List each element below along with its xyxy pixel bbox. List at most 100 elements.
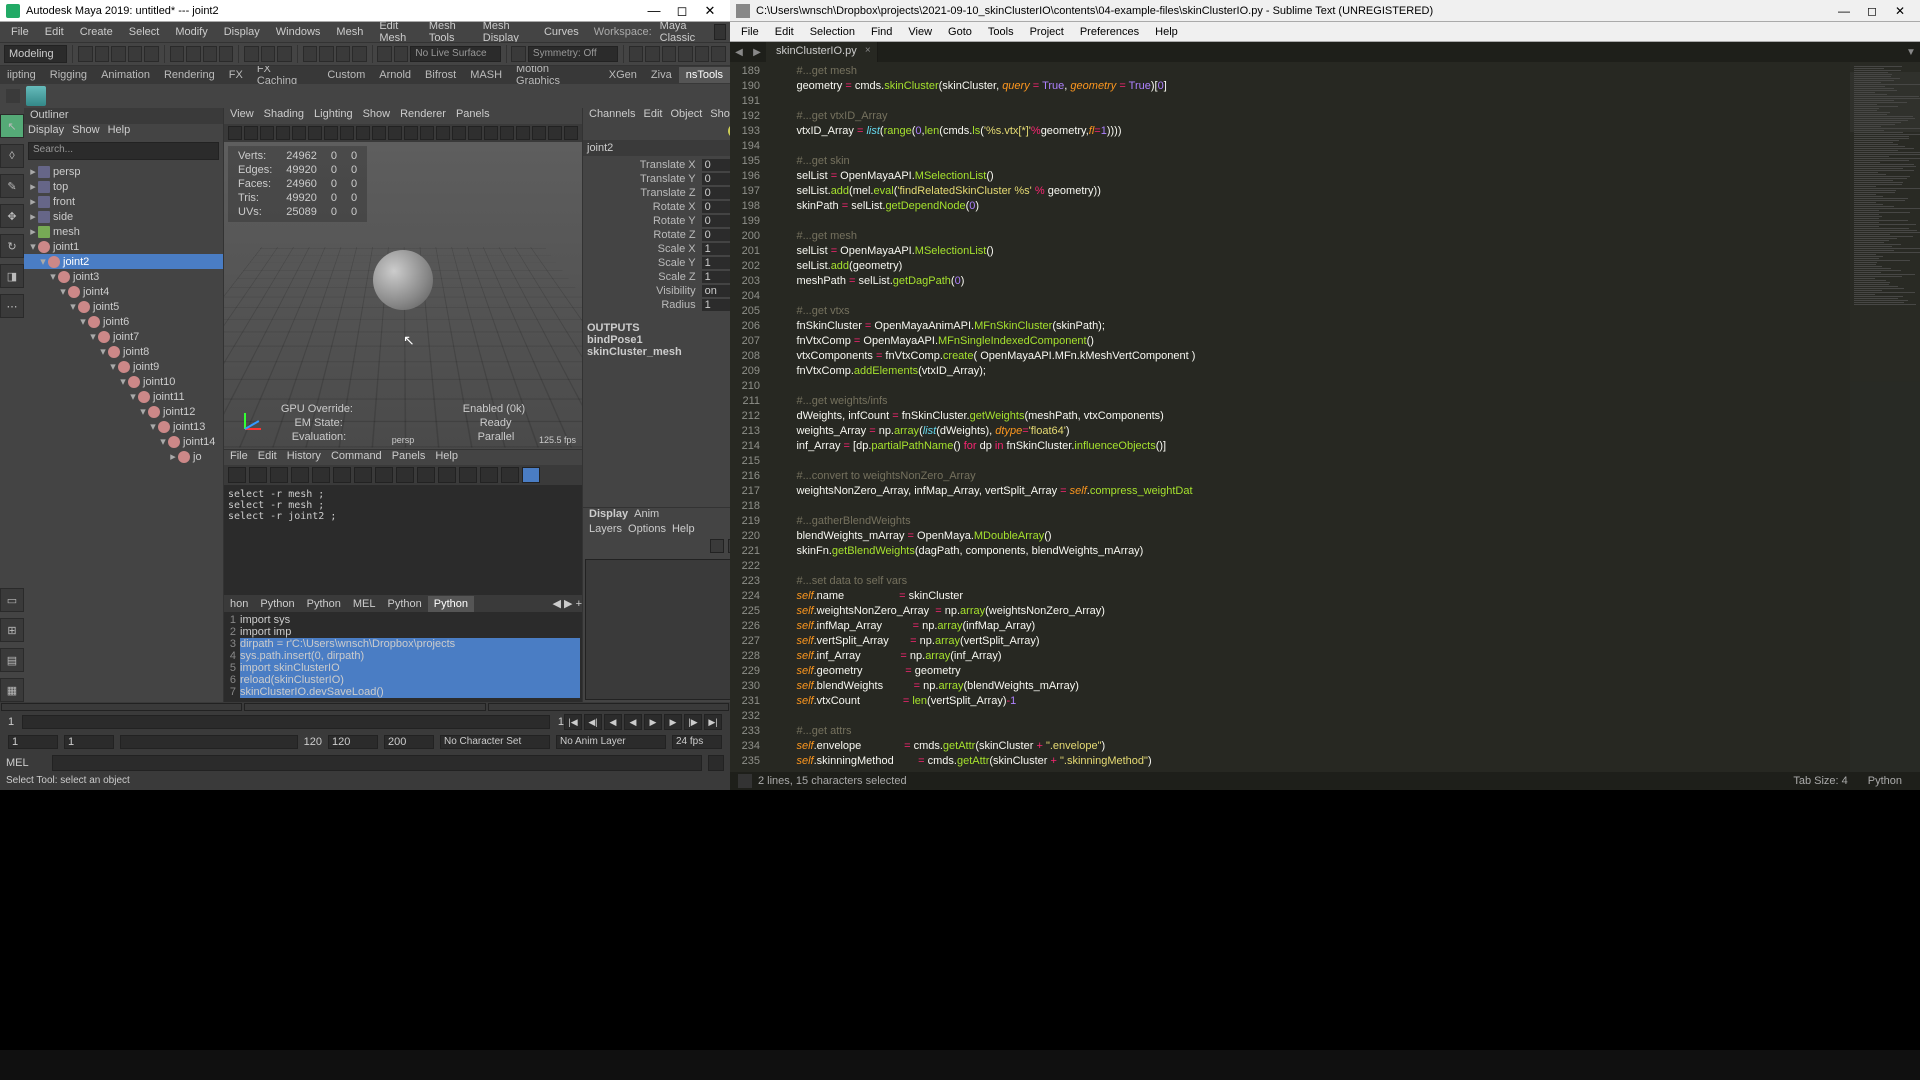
cmd-input[interactable] — [52, 755, 702, 771]
script-input[interactable]: 1import sys2import imp3dirpath = r'C:\Us… — [224, 612, 582, 702]
viewport-menu-lighting[interactable]: Lighting — [314, 108, 353, 124]
outliner-menu-show[interactable]: Show — [72, 124, 100, 140]
viewport-icon[interactable] — [228, 126, 242, 140]
script-toolbar-icon[interactable] — [312, 467, 330, 483]
shelf-btn[interactable] — [319, 46, 333, 62]
range-start[interactable]: 1 — [64, 735, 114, 749]
playback-btn[interactable]: ◀ — [604, 714, 622, 730]
channel-scale-x[interactable]: Scale X1 — [587, 242, 730, 256]
script-toolbar-icon[interactable] — [459, 467, 477, 483]
playback-btn[interactable]: ▶ — [664, 714, 682, 730]
viewport-icon[interactable] — [372, 126, 386, 140]
output-node[interactable]: bindPose1 — [587, 334, 730, 346]
menu-edit[interactable]: Edit — [768, 24, 801, 40]
script-toolbar-icon[interactable] — [480, 467, 498, 483]
minimize-button[interactable]: — — [640, 2, 668, 20]
move-tool[interactable]: ✥ — [0, 204, 24, 228]
shelf-tab-animation[interactable]: Animation — [94, 67, 157, 83]
chanbox-menu-edit[interactable]: Edit — [643, 108, 662, 124]
viewport-icon[interactable] — [484, 126, 498, 140]
maya-logo-icon[interactable] — [26, 86, 46, 106]
maya-titlebar[interactable]: Autodesk Maya 2019: untitled* --- joint2… — [0, 0, 730, 22]
expander-icon[interactable]: ▾ — [28, 240, 38, 253]
lasso-tool[interactable]: ◊ — [0, 144, 24, 168]
playback-btn[interactable]: ◀| — [584, 714, 602, 730]
script-menu-help[interactable]: Help — [435, 450, 458, 465]
layers-list[interactable] — [585, 559, 730, 700]
viewport-icon[interactable] — [420, 126, 434, 140]
shelf-btn[interactable] — [511, 46, 525, 62]
expander-icon[interactable]: ▸ — [28, 225, 38, 238]
range-end-max[interactable]: 200 — [384, 735, 434, 749]
viewport-icon[interactable] — [404, 126, 418, 140]
menu-view[interactable]: View — [901, 24, 939, 40]
menu-help[interactable]: Help — [1148, 24, 1185, 40]
viewport-icon[interactable] — [564, 126, 578, 140]
close-button[interactable]: ✕ — [1886, 2, 1914, 20]
help-menu[interactable]: Help — [672, 523, 695, 539]
playback-btn[interactable]: |◀ — [564, 714, 582, 730]
script-toolbar-icon[interactable] — [270, 467, 288, 483]
tab-anim[interactable]: Anim — [634, 508, 659, 523]
viewport-icon[interactable] — [340, 126, 354, 140]
outliner-item-joint10[interactable]: ▾joint10 — [24, 374, 223, 389]
menu-edit[interactable]: Edit — [38, 24, 71, 40]
outliner-menu-help[interactable]: Help — [108, 124, 131, 140]
shelf-btn[interactable] — [219, 46, 233, 62]
shelf-btn[interactable] — [170, 46, 184, 62]
script-menu-history[interactable]: History — [287, 450, 321, 465]
shelf-btn[interactable] — [662, 46, 676, 62]
paint-tool[interactable]: ✎ — [0, 174, 24, 198]
script-tab[interactable]: hon — [224, 596, 254, 612]
output-node[interactable]: skinCluster_mesh — [587, 346, 730, 358]
outliner-item-joint14[interactable]: ▾joint14 — [24, 434, 223, 449]
outliner-item-joint12[interactable]: ▾joint12 — [24, 404, 223, 419]
lock-icon[interactable] — [714, 24, 726, 40]
expander-icon[interactable]: ▾ — [128, 390, 138, 403]
expander-icon[interactable]: ▸ — [28, 210, 38, 223]
shelf-btn[interactable] — [336, 46, 350, 62]
outliner-menu-display[interactable]: Display — [28, 124, 64, 140]
shelf-btn[interactable] — [377, 46, 391, 62]
range-end[interactable]: 120 — [328, 735, 378, 749]
chanbox-menu-channels[interactable]: Channels — [589, 108, 635, 124]
maximize-button[interactable]: ◻ — [1858, 2, 1886, 20]
viewport-icon[interactable] — [452, 126, 466, 140]
line-gutter[interactable]: 1891901911921931941951961971981992002012… — [730, 62, 766, 772]
menu-modify[interactable]: Modify — [168, 24, 214, 40]
status-icon[interactable] — [738, 774, 752, 788]
layers-menu[interactable]: Layers — [589, 523, 622, 539]
shelf-tab-arnold[interactable]: Arnold — [372, 67, 418, 83]
shelf-tab-rigging[interactable]: Rigging — [43, 67, 94, 83]
shelf-btn[interactable] — [394, 46, 408, 62]
script-output[interactable]: select -r mesh ; select -r mesh ; select… — [224, 485, 582, 595]
outliner-item-front[interactable]: ▸front — [24, 194, 223, 209]
script-tab-nav[interactable]: ◀ ▶ + — [549, 597, 582, 610]
expander-icon[interactable]: ▾ — [118, 375, 128, 388]
script-toolbar-icon[interactable] — [228, 467, 246, 483]
chanbox-menu-object[interactable]: Object — [670, 108, 702, 124]
menu-preferences[interactable]: Preferences — [1073, 24, 1146, 40]
script-toolbar-icon[interactable] — [522, 467, 540, 483]
layout-custom[interactable]: ▦ — [0, 678, 24, 702]
playback-btn[interactable]: ▶ — [644, 714, 662, 730]
channel-translate-z[interactable]: Translate Z0 — [587, 186, 730, 200]
outliner-item-joint7[interactable]: ▾joint7 — [24, 329, 223, 344]
layer-icon[interactable] — [710, 539, 724, 553]
menu-find[interactable]: Find — [864, 24, 899, 40]
script-toolbar-icon[interactable] — [417, 467, 435, 483]
shelf-tab-xgen[interactable]: XGen — [602, 67, 644, 83]
channel-rotate-x[interactable]: Rotate X0 — [587, 200, 730, 214]
shelf-btn[interactable] — [678, 46, 692, 62]
menu-windows[interactable]: Windows — [269, 24, 328, 40]
viewport-icon[interactable] — [276, 126, 290, 140]
shelf-btn[interactable] — [303, 46, 317, 62]
outliner-item-joint5[interactable]: ▾joint5 — [24, 299, 223, 314]
sublime-titlebar[interactable]: C:\Users\wnsch\Dropbox\projects\2021-09-… — [730, 0, 1920, 22]
viewport-menu-renderer[interactable]: Renderer — [400, 108, 446, 124]
minimize-button[interactable]: — — [1830, 2, 1858, 20]
outliner-item-joint11[interactable]: ▾joint11 — [24, 389, 223, 404]
script-tab[interactable]: Python — [428, 596, 474, 612]
viewport-icon[interactable] — [468, 126, 482, 140]
scale-tool[interactable]: ◨ — [0, 264, 24, 288]
